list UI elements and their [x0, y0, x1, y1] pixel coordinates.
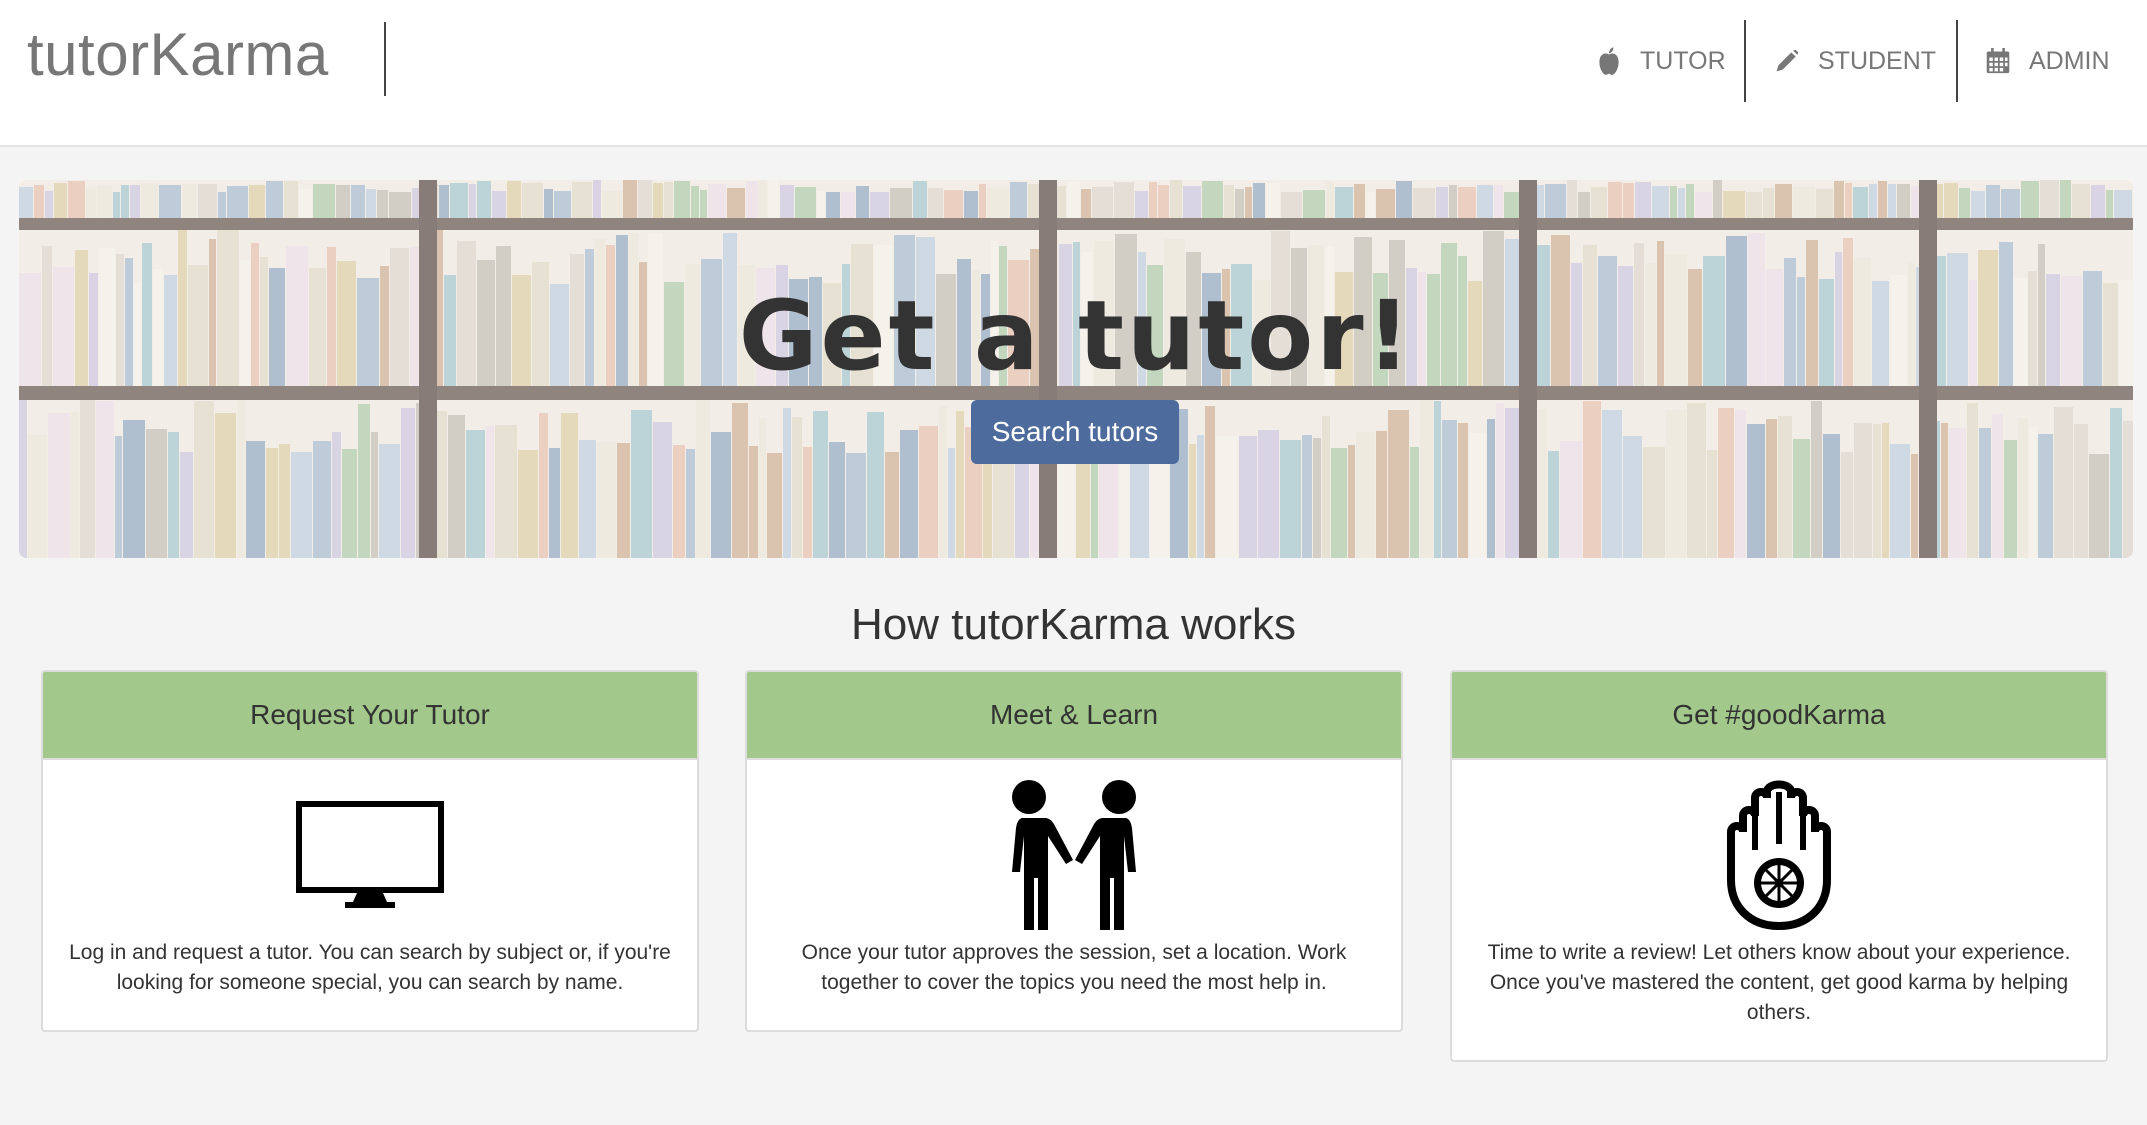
card-description: Log in and request a tutor. You can sear…: [69, 941, 671, 994]
brand-logo[interactable]: tutorKarma: [27, 20, 329, 89]
hero-banner: Get a tutor! Search tutors: [19, 180, 2133, 558]
card-header: Meet & Learn: [747, 672, 1401, 760]
nav-admin-label: ADMIN: [2029, 46, 2110, 75]
nav-tutor-label: TUTOR: [1640, 46, 1726, 75]
apple-icon: [1599, 47, 1619, 75]
nav-separator: [1956, 20, 1958, 102]
brand-divider: [384, 22, 386, 96]
nav-student-label: STUDENT: [1818, 46, 1937, 75]
nav-separator: [1744, 20, 1746, 102]
nav-tutor[interactable]: TUTOR: [1596, 20, 1726, 102]
nav-student[interactable]: STUDENT: [1774, 20, 1936, 102]
card-request-tutor: Request Your Tutor Log in and request a …: [41, 670, 699, 1032]
monitor-icon: [296, 801, 444, 908]
card-header: Request Your Tutor: [43, 672, 697, 760]
card-meet-learn: Meet & Learn Once your tutor approves th…: [745, 670, 1403, 1032]
nav-admin[interactable]: ADMIN: [1985, 20, 2110, 102]
card-description: Once your tutor approves the session, se…: [801, 941, 1347, 994]
calendar-icon: [1986, 48, 2010, 74]
card-good-karma: Get #goodKarma Time to write a review! L…: [1450, 670, 2108, 1062]
how-it-works-title: How tutorKarma works: [850, 600, 1296, 649]
pencil-icon: [1776, 49, 1799, 72]
card-header: Get #goodKarma: [1452, 672, 2106, 760]
people-icon: [1012, 780, 1136, 930]
hero-title: Get a tutor!: [738, 280, 1414, 392]
search-tutors-button[interactable]: Search tutors: [971, 400, 1179, 464]
top-navbar: tutorKarma TUTOR STUDENT ADMIN: [0, 0, 2147, 147]
card-description: Time to write a review! Let others know …: [1487, 941, 2071, 1024]
hand-wheel-icon: [1727, 780, 1831, 930]
